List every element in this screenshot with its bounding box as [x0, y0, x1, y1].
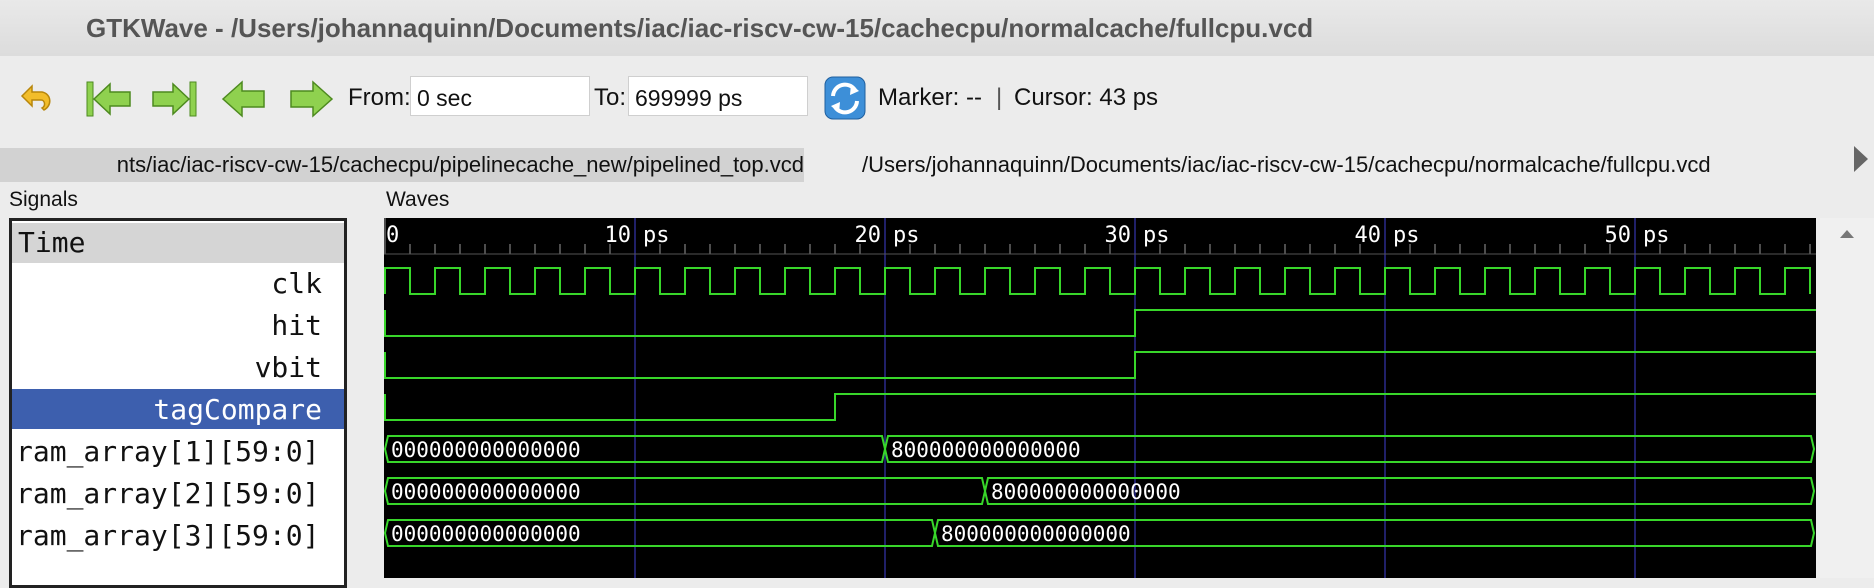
ruler-label: 30 — [1105, 223, 1132, 248]
signals-header-time: Time — [12, 223, 344, 263]
to-label: To: — [594, 84, 627, 111]
tab-fullcpu[interactable]: /Users/johannaquinn/Documents/iac/iac-ri… — [862, 148, 1822, 182]
signal-trace-vbit — [384, 351, 1816, 379]
marker-readout: Marker: -- — [878, 84, 982, 111]
reload-icon — [824, 76, 866, 120]
reload-button[interactable] — [822, 74, 872, 120]
bus-value-label: 800000000000000 — [891, 438, 1081, 462]
signal-row-ram-array-1[interactable]: ram_array[1][59:0] — [12, 431, 344, 471]
tab-label: /Users/johannaquinn/Documents/iac/iac-ri… — [862, 152, 1711, 177]
arrow-left-icon — [221, 80, 265, 118]
bus-value-label: 800000000000000 — [991, 480, 1181, 504]
tab-label: nts/iac/iac-riscv-cw-15/cachecpu/pipelin… — [116, 152, 804, 177]
bus-value-label: 000000000000000 — [391, 438, 581, 462]
clk-trace — [384, 267, 1811, 295]
scroll-up-icon[interactable] — [1820, 218, 1874, 248]
window-title: GTKWave - /Users/johannaquinn/Documents/… — [86, 13, 1314, 43]
to-time-input[interactable]: 699999 ps — [628, 76, 808, 116]
tab-scroll-right-button[interactable] — [1852, 144, 1870, 174]
signal-row-ram-array-3[interactable]: ram_array[3][59:0] — [12, 515, 344, 555]
cursor-readout: Cursor: 43 ps — [1014, 84, 1159, 111]
ruler-label: 10 — [605, 223, 632, 248]
ruler-label: 20 — [855, 223, 882, 248]
signal-row-hit[interactable]: hit — [12, 305, 344, 345]
signal-trace-hit — [384, 309, 1816, 337]
signal-row-ram-array-2[interactable]: ram_array[2][59:0] — [12, 473, 344, 513]
file-tab-bar: nts/iac/iac-riscv-cw-15/cachecpu/pipelin… — [0, 140, 1874, 186]
waves-vertical-scrollbar[interactable] — [1820, 218, 1874, 578]
waves-pane-label: Waves — [386, 188, 450, 211]
bus-value-label: 800000000000000 — [941, 522, 1131, 546]
arrow-right-icon — [290, 80, 334, 118]
jump-end-icon — [152, 81, 197, 117]
undo-button[interactable] — [16, 76, 66, 122]
ruler-label: 0 — [386, 223, 399, 248]
undo-icon — [20, 84, 51, 111]
waveform-view[interactable]: 0 10 ps 20 ps 30 ps 40 ps 50 ps 000000000000000 8000… — [384, 218, 1816, 578]
ruler-unit: ps — [1643, 223, 1670, 248]
chevron-right-icon — [1854, 146, 1868, 172]
jump-to-end-button[interactable] — [150, 76, 200, 122]
from-label: From: — [348, 84, 411, 111]
from-time-input[interactable]: 0 sec — [410, 76, 590, 116]
ruler-unit: ps — [1143, 223, 1170, 248]
bus-value-label: 000000000000000 — [391, 522, 581, 546]
bus-value-label: 000000000000000 — [391, 480, 581, 504]
signal-row-clk[interactable]: clk — [12, 263, 344, 303]
signal-row-tagcompare[interactable]: tagCompare — [12, 389, 344, 429]
toolbar: From: 0 sec To: 699999 ps Marker: -- | C… — [0, 56, 1874, 140]
signals-list: Time clk hit vbit tagCompare ram_array[1… — [9, 218, 347, 588]
jump-to-start-button[interactable] — [84, 76, 134, 122]
ruler-label: 50 — [1605, 223, 1632, 248]
ruler-unit: ps — [643, 223, 670, 248]
signal-row-vbit[interactable]: vbit — [12, 347, 344, 387]
tab-pipelined-top[interactable]: nts/iac/iac-riscv-cw-15/cachecpu/pipelin… — [0, 148, 804, 182]
title-bar: GTKWave - /Users/johannaquinn/Documents/… — [0, 0, 1874, 57]
previous-edge-button[interactable] — [220, 76, 270, 122]
waveform-canvas[interactable]: 0 10 ps 20 ps 30 ps 40 ps 50 ps 000000000000000 8000… — [384, 218, 1816, 578]
ruler-unit: ps — [1393, 223, 1420, 248]
readout-separator: | — [996, 84, 1003, 111]
signal-trace-tagCompare — [384, 393, 1816, 421]
ruler-label: 40 — [1355, 223, 1382, 248]
next-edge-button[interactable] — [286, 76, 336, 122]
signals-pane-label: Signals — [9, 188, 78, 211]
ruler-unit: ps — [893, 223, 920, 248]
jump-start-icon — [86, 81, 131, 117]
